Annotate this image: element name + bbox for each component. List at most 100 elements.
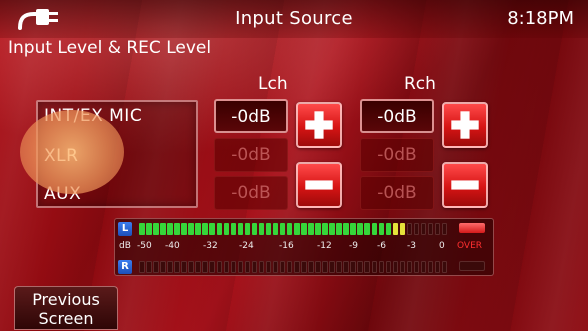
left-meter-segment [406, 223, 413, 235]
plus-icon [451, 111, 479, 139]
right-meter-segment [357, 261, 363, 273]
left-meter-segment [286, 223, 293, 235]
right-meter-segment [160, 261, 166, 273]
left-meter-segment [174, 223, 180, 235]
left-meter-segment [322, 223, 328, 235]
scale-label: -12 [317, 241, 332, 251]
left-meter-segment [420, 223, 427, 235]
right-meter-segment [371, 261, 378, 273]
input-source-list: INT/EX MIC XLR AUX [36, 100, 198, 208]
scale-label: -9 [349, 241, 358, 251]
right-meter-segment [301, 261, 307, 273]
source-item-int-ex-mic[interactable]: INT/EX MIC [44, 106, 142, 126]
left-meter-row [139, 223, 449, 235]
scale-label: 0 [439, 241, 445, 251]
scale-label-db: dB [119, 241, 131, 251]
right-meter-segment [272, 261, 279, 273]
right-meter-segment [392, 261, 399, 273]
right-meter-segment [294, 261, 300, 273]
previous-label-line2: Screen [38, 309, 94, 328]
lch-level-aux: -0dB [214, 176, 288, 210]
left-meter-segment [223, 223, 230, 235]
left-meter-segment [209, 223, 215, 235]
right-meter-segment [385, 261, 392, 273]
previous-label-line1: Previous [32, 290, 100, 309]
right-meter-segment [139, 261, 145, 273]
right-meter-segment [153, 261, 159, 273]
left-meter-segment [371, 223, 378, 235]
right-channel-tag: R [118, 260, 132, 274]
right-meter-segment [167, 261, 173, 273]
right-meter-segment [202, 261, 208, 273]
left-meter-segment [279, 223, 286, 235]
right-meter-segment [406, 261, 413, 273]
right-meter-segment [181, 261, 187, 273]
lch-level-xlr: -0dB [214, 138, 288, 172]
right-meter-segment [258, 261, 265, 273]
right-meter-segment [216, 261, 223, 273]
right-meter-segment [378, 261, 385, 273]
left-meter-segment [272, 223, 279, 235]
right-meter-segment [279, 261, 286, 273]
right-meter-segment [336, 261, 342, 273]
scale-label: -40 [165, 241, 180, 251]
left-meter-segment [202, 223, 208, 235]
right-over-led [459, 261, 485, 271]
left-meter-segment [427, 223, 434, 235]
rch-minus-button[interactable] [442, 162, 488, 208]
lch-plus-button[interactable] [296, 102, 342, 148]
screen-title: Input Source [235, 8, 353, 29]
level-meter: L R dB -50 -40 -32 -24 -16 -12 -9 -6 -3 … [114, 218, 494, 276]
left-meter-segment [357, 223, 363, 235]
right-meter-segment [413, 261, 420, 273]
rch-level-aux: -0dB [360, 176, 434, 210]
right-meter-segment [420, 261, 427, 273]
left-meter-segment [343, 223, 349, 235]
left-meter-segment [188, 223, 194, 235]
right-meter-segment [427, 261, 434, 273]
right-meter-segment [237, 261, 244, 273]
right-meter-segment [209, 261, 215, 273]
left-meter-segment [308, 223, 314, 235]
left-meter-segment [265, 223, 272, 235]
left-meter-segment [160, 223, 166, 235]
minus-icon [305, 180, 333, 190]
scale-label: -50 [137, 241, 152, 251]
right-meter-segment [286, 261, 293, 273]
right-meter-segment [315, 261, 321, 273]
left-meter-segment [195, 223, 201, 235]
left-meter-segment [399, 223, 406, 235]
left-meter-segment [216, 223, 223, 235]
left-meter-segment [315, 223, 321, 235]
left-meter-segment [258, 223, 265, 235]
plus-icon [305, 111, 333, 139]
right-meter-segment [251, 261, 258, 273]
right-meter-segment [343, 261, 349, 273]
left-over-led [459, 223, 485, 233]
clock: 8:18PM [507, 8, 574, 29]
scale-label: -6 [377, 241, 386, 251]
left-meter-segment [329, 223, 335, 235]
source-item-xlr[interactable]: XLR [44, 146, 78, 166]
lch-minus-button[interactable] [296, 162, 342, 208]
left-meter-segment [441, 223, 448, 235]
lch-level-int-ex-mic: -0dB [214, 99, 288, 133]
source-item-aux[interactable]: AUX [44, 184, 81, 204]
left-meter-segment [181, 223, 187, 235]
left-meter-segment [167, 223, 173, 235]
left-meter-segment [378, 223, 385, 235]
left-meter-segment [350, 223, 356, 235]
right-meter-segment [174, 261, 180, 273]
left-meter-segment [153, 223, 159, 235]
left-meter-segment [392, 223, 399, 235]
left-meter-segment [301, 223, 307, 235]
left-meter-segment [336, 223, 342, 235]
rch-level-int-ex-mic: -0dB [360, 99, 434, 133]
previous-screen-button[interactable]: Previous Screen [14, 286, 118, 330]
left-meter-segment [385, 223, 392, 235]
left-meter-segment [294, 223, 300, 235]
scale-label: -3 [407, 241, 416, 251]
left-meter-segment [413, 223, 420, 235]
rch-plus-button[interactable] [442, 102, 488, 148]
right-meter-segment [441, 261, 448, 273]
